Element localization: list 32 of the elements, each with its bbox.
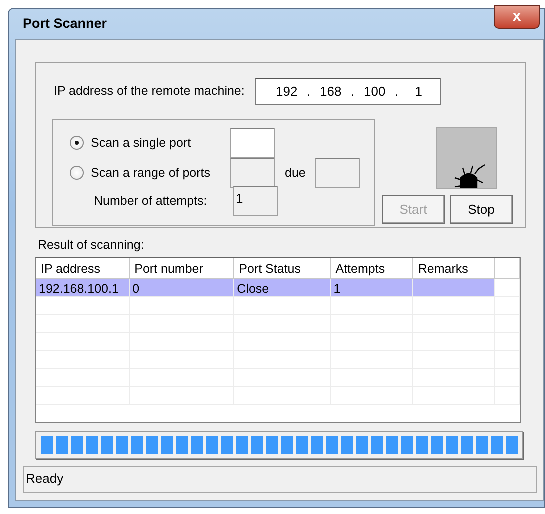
radio-label: Scan a range of ports (91, 164, 212, 182)
table-cell (495, 386, 520, 405)
table-cell (495, 350, 520, 369)
attempts-field[interactable]: 1 (233, 186, 278, 216)
table-cell: 192.168.100.1 (36, 278, 130, 297)
table-cell: Close (234, 278, 331, 297)
port-field[interactable] (230, 128, 275, 158)
table-cell (495, 332, 520, 351)
table-cell: 0 (130, 278, 234, 297)
table-cell (495, 314, 520, 333)
table-cell: 1 (330, 278, 414, 297)
column-header: Attempts (330, 258, 414, 279)
window-title: Port Scanner (23, 14, 108, 33)
range-separator-label: due (285, 164, 306, 182)
port-field[interactable] (230, 158, 275, 188)
radio-label: Scan a single port (91, 134, 192, 152)
table-row[interactable]: 192.168.100.1 0 Close 1 (36, 278, 520, 297)
results-label: Result of scanning: (38, 237, 144, 254)
port-field[interactable] (314, 158, 360, 188)
column-header: Remarks (413, 258, 496, 279)
status-bar: Ready (23, 466, 537, 493)
table-cell (495, 296, 520, 315)
radio-button[interactable] (70, 136, 84, 150)
table-cell (495, 368, 520, 387)
ip-address-field[interactable]: 192 . 168 . 100 . 1 (254, 78, 441, 105)
column-header: Port number (130, 258, 234, 279)
column-header: Port Status (234, 258, 331, 279)
ip-label: IP address of the remote machine: (54, 83, 245, 100)
column-header: IP address (36, 258, 130, 279)
scan-button[interactable]: Stop (450, 195, 513, 224)
attempts-label: Number of attempts: (93, 192, 208, 210)
radio-button[interactable] (70, 166, 84, 180)
